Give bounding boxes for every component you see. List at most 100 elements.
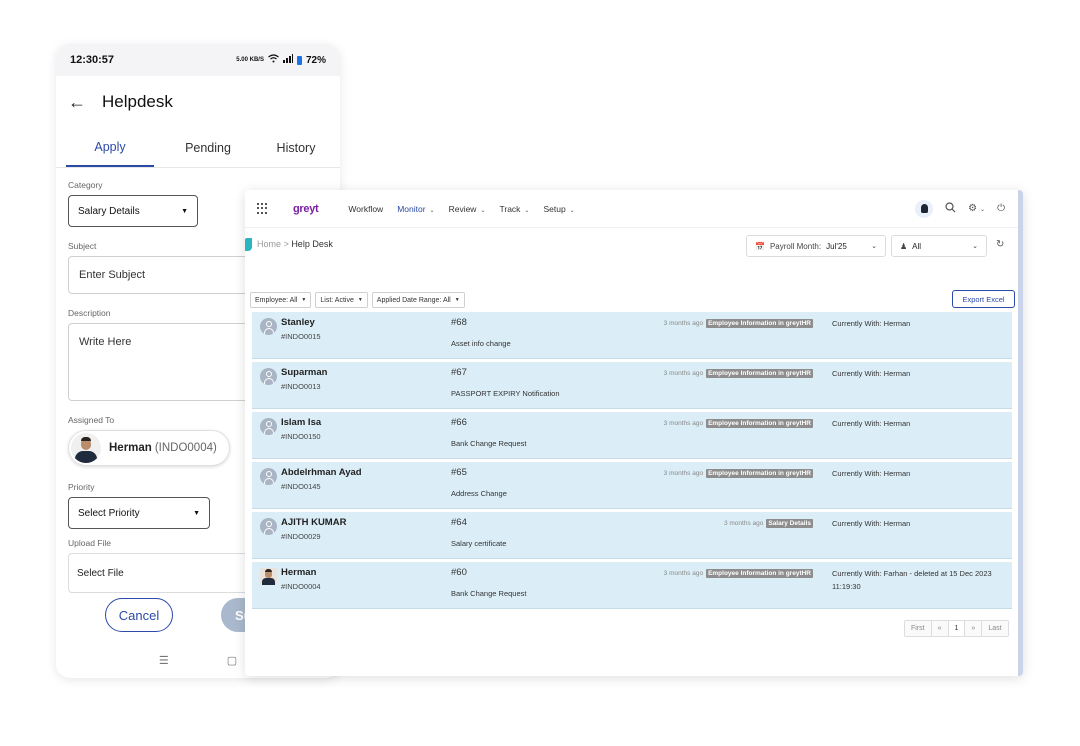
cancel-button[interactable]: Cancel <box>105 598 173 632</box>
list-item[interactable]: AJITH KUMAR #INDO0029 #64 Salary certifi… <box>252 512 1012 559</box>
pager-first[interactable]: First <box>905 621 932 636</box>
category-tag: Salary Details <box>766 519 813 528</box>
network-speed: 5.00 KB/S <box>236 57 264 63</box>
scrollbar[interactable] <box>1018 190 1023 676</box>
menu-workflow[interactable]: Workflow <box>348 204 383 214</box>
stage: 12:30:57 5.00 KB/S 72% ← Helpdesk Apply … <box>0 0 1080 746</box>
employee-name: AJITH KUMAR <box>281 517 347 528</box>
chevron-down-icon: ⌄ <box>480 207 486 214</box>
employee-id: #INDO0015 <box>281 332 321 341</box>
top-right-actions: ⚙ ⌄ ⏻ <box>915 199 1005 218</box>
breadcrumb-current: Help Desk <box>291 239 333 249</box>
filter-date-range[interactable]: Applied Date Range: All ▼ <box>371 292 465 308</box>
currently-with: Currently With: Herman <box>832 419 911 428</box>
caret-down-icon: ▼ <box>301 297 307 303</box>
employee-id: #INDO0145 <box>281 482 321 491</box>
web-app: greyt Workflow Monitor ⌄ Review ⌄ Track ⌄ S… <box>245 190 1023 676</box>
tab-history[interactable]: History <box>252 128 340 167</box>
filter-list[interactable]: List: Active ▼ <box>315 292 368 308</box>
group-icon: ♟ <box>900 241 908 251</box>
category-tag: Employee Information in greytHR <box>706 569 813 578</box>
employee-name: Suparman <box>281 367 328 378</box>
request-number: #66 <box>451 417 467 428</box>
export-excel-button[interactable]: Export Excel <box>952 290 1015 308</box>
employee-name: Herman <box>281 567 317 578</box>
top-nav: greyt Workflow Monitor ⌄ Review ⌄ Track ⌄ S… <box>245 190 1023 228</box>
user-icon[interactable] <box>915 199 934 218</box>
employee-id: #INDO0150 <box>281 432 321 441</box>
request-subject: Salary certificate <box>451 539 507 548</box>
group-select[interactable]: ♟ All ⌄ <box>891 235 987 257</box>
menu-review[interactable]: Review ⌄ <box>449 204 486 214</box>
pager-page[interactable]: 1 <box>948 621 966 636</box>
pager-next[interactable]: » <box>965 621 983 636</box>
gear-icon[interactable]: ⚙ ⌄ <box>968 203 985 214</box>
main-menu: Workflow Monitor ⌄ Review ⌄ Track ⌄ Setup ⌄ <box>348 204 574 214</box>
breadcrumb-home[interactable]: Home <box>257 239 281 249</box>
history-icon[interactable]: ↻ <box>996 239 1004 250</box>
employee-name: Islam Isa <box>281 417 322 428</box>
list-item[interactable]: Suparman #INDO0013 #67 PASSPORT EXPIRY N… <box>252 362 1012 409</box>
filter-bar: Employee: All ▼ List: Active ▼ Applied Dat… <box>250 292 465 308</box>
request-number: #60 <box>451 567 467 578</box>
menu-setup[interactable]: Setup ⌄ <box>543 204 574 214</box>
request-number: #68 <box>451 317 467 328</box>
request-list: Stanley #INDO0015 #68 Asset info change … <box>252 312 1012 612</box>
pager-last[interactable]: Last <box>982 621 1008 636</box>
tab-apply[interactable]: Apply <box>66 128 154 167</box>
apps-grid-icon[interactable] <box>257 202 269 215</box>
request-subject: Address Change <box>451 489 507 498</box>
breadcrumb: Home > Help Desk <box>257 239 333 249</box>
assignee-chip[interactable]: Herman (INDO0004) <box>68 430 230 466</box>
status-bar: 12:30:57 5.00 KB/S 72% <box>56 44 340 76</box>
priority-placeholder: Select Priority <box>78 507 140 519</box>
back-arrow-icon[interactable]: ← <box>68 92 86 113</box>
tab-pending[interactable]: Pending <box>164 128 252 167</box>
request-age: 3 months ago <box>663 370 704 377</box>
search-icon[interactable] <box>945 201 956 216</box>
employee-id: #INDO0004 <box>281 582 321 591</box>
request-subject: Asset info change <box>451 339 511 348</box>
status-time: 12:30:57 <box>70 54 115 66</box>
chevron-down-icon: ⌄ <box>871 243 877 250</box>
menu-monitor-label: Monitor <box>397 203 426 214</box>
home-icon[interactable]: ▢ <box>227 654 237 667</box>
payroll-value: Jul'25 <box>826 241 847 251</box>
request-subject: PASSPORT EXPIRY Notification <box>451 389 560 398</box>
request-age: 3 months ago <box>663 570 704 577</box>
battery-icon <box>296 55 302 65</box>
pager-prev[interactable]: « <box>931 621 949 636</box>
filter-employee[interactable]: Employee: All ▼ <box>250 292 312 308</box>
power-icon[interactable]: ⏻ <box>997 203 1005 214</box>
signal-icon <box>282 54 293 66</box>
menu-track[interactable]: Track ⌄ <box>499 204 529 214</box>
chevron-down-icon: ⌄ <box>569 207 575 214</box>
request-age: 3 months ago <box>663 470 704 477</box>
category-select[interactable]: Salary Details ▼ <box>68 195 198 227</box>
file-placeholder: Select File <box>77 567 124 579</box>
employee-name: Abdelrhman Ayad <box>281 467 362 478</box>
tab-bar: Apply Pending History <box>56 128 340 168</box>
payroll-month-select[interactable]: 📅 Payroll Month: Jul'25 ⌄ <box>746 235 886 257</box>
brand-logo[interactable]: greyt <box>293 203 319 215</box>
caret-down-icon: ▼ <box>454 297 460 303</box>
category-tag: Employee Information in greytHR <box>706 469 813 478</box>
list-item[interactable]: Stanley #INDO0015 #68 Asset info change … <box>252 312 1012 359</box>
category-tag: Employee Information in greytHR <box>706 319 813 328</box>
menu-monitor[interactable]: Monitor ⌄ <box>397 204 434 214</box>
currently-with: Currently With: Herman <box>832 369 911 378</box>
accent-marker <box>245 238 252 251</box>
request-number: #64 <box>451 517 467 528</box>
list-item[interactable]: Abdelrhman Ayad #INDO0145 #65 Address Ch… <box>252 462 1012 509</box>
request-meta: 3 months ago Employee Information in grey… <box>664 369 813 378</box>
recents-icon[interactable]: ☰ <box>159 654 169 667</box>
avatar-placeholder-icon <box>260 318 277 335</box>
priority-select[interactable]: Select Priority ▼ <box>68 497 210 529</box>
avatar <box>71 433 101 463</box>
list-item[interactable]: Islam Isa #INDO0150 #66 Bank Change Requ… <box>252 412 1012 459</box>
app-header: ← Helpdesk <box>56 76 340 128</box>
avatar-placeholder-icon <box>260 368 277 385</box>
menu-workflow-label: Workflow <box>348 203 384 214</box>
list-item[interactable]: Herman #INDO0004 #60 Bank Change Request… <box>252 562 1012 609</box>
request-age: 3 months ago <box>723 520 764 527</box>
